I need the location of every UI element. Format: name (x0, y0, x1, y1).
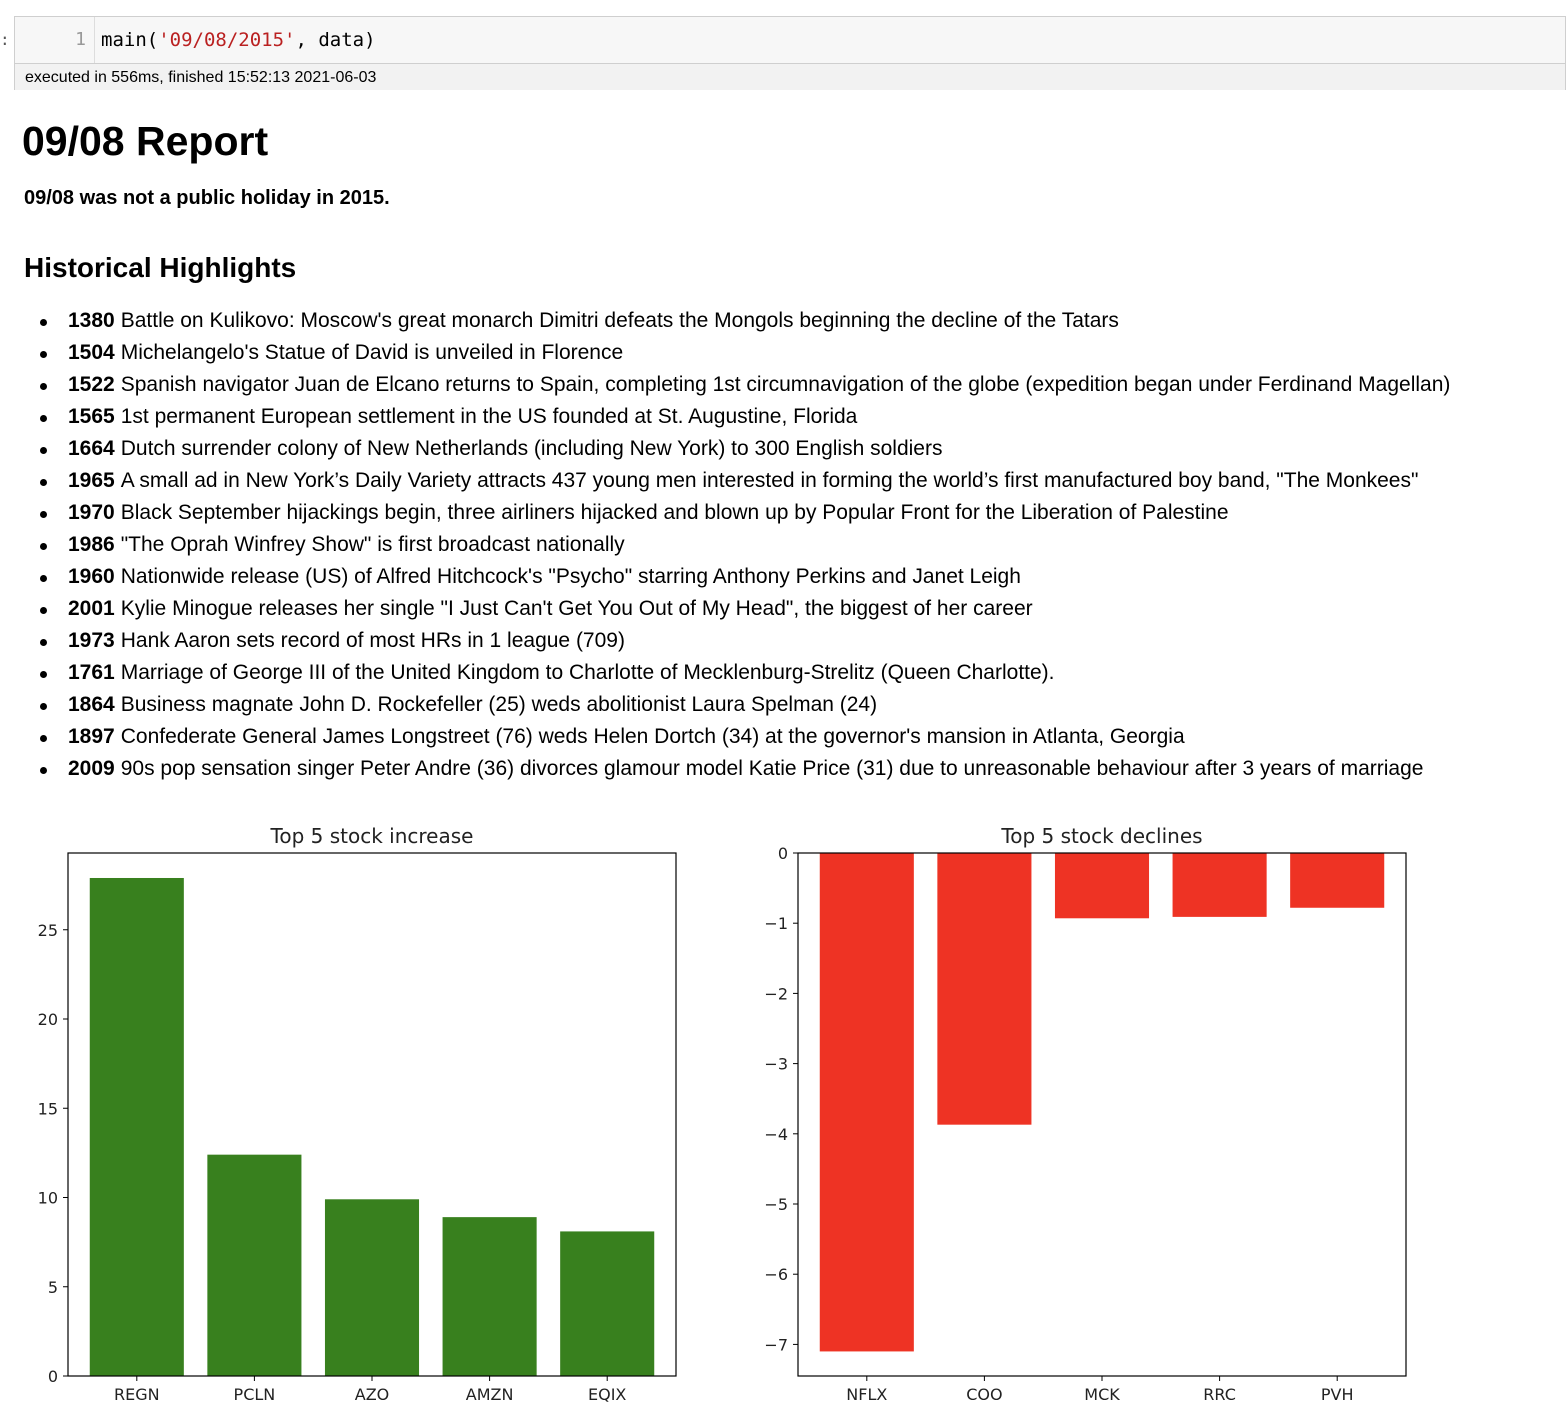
decline-chart-svg: Top 5 stock declines NFLX COO MCK RRC PVH 0 −1 −… (764, 824, 1407, 1404)
event-text: Confederate General James Longstreet (76… (120, 725, 1185, 748)
line-number: 1 (15, 17, 95, 63)
event-text: 1st permanent European settlement in the… (120, 405, 858, 428)
y-tick-label: −6 (764, 1265, 788, 1284)
event-year: 1664 (68, 437, 115, 460)
event-year: 1504 (68, 341, 115, 364)
x-tick-label: EQIX (588, 1385, 626, 1404)
event-year: 1522 (68, 373, 115, 396)
bar (937, 853, 1032, 1125)
y-tick-label: −5 (764, 1195, 788, 1214)
event-year: 1380 (68, 309, 115, 332)
event-item: 1965 A small ad in New York’s Daily Varie… (24, 466, 1450, 498)
increase-chart-svg: Top 5 stock increase REGN PCLN AZO AMZN EQIX 0… (38, 824, 677, 1404)
x-tick-label: AMZN (466, 1385, 514, 1404)
bar (207, 1154, 302, 1376)
event-year: 1973 (68, 629, 115, 652)
bar (442, 1217, 537, 1376)
event-item: 1504 Michelangelo's Statue of David is un… (24, 338, 1450, 370)
holiday-note: 09/08 was not a public holiday in 2015. (24, 187, 390, 209)
bar (819, 853, 914, 1352)
code-function-call: main( (101, 29, 159, 51)
x-tick-label: AZO (355, 1385, 390, 1404)
event-text: Black September hijackings begin, three … (120, 501, 1229, 524)
code-remaining-args: , data) (295, 29, 376, 51)
cell-prompt-marker: : (0, 30, 10, 49)
event-text: Marriage of George III of the United Kin… (120, 661, 1055, 684)
event-item: 1960 Nationwide release (US) of Alfred Hi… (24, 562, 1450, 594)
event-text: Business magnate John D. Rockefeller (25… (120, 693, 878, 716)
event-year: 1565 (68, 405, 115, 428)
event-text: 90s pop sensation singer Peter Andre (36… (120, 757, 1424, 780)
decline-chart: Top 5 stock declines NFLX COO MCK RRC PVH 0 −1 −… (730, 815, 1430, 1415)
event-text: Hank Aaron sets record of most HRs in 1 … (120, 629, 625, 652)
bar (560, 1231, 655, 1376)
report-title: 09/08 Report (22, 118, 269, 164)
event-year: 1761 (68, 661, 115, 684)
event-year: 1864 (68, 693, 115, 716)
x-tick-label: COO (966, 1385, 1002, 1404)
y-tick-label: 15 (38, 1099, 58, 1118)
x-tick-label: PVH (1321, 1385, 1354, 1404)
increase-chart: Top 5 stock increase REGN PCLN AZO AMZN EQIX 0… (0, 815, 700, 1415)
event-year: 1965 (68, 469, 115, 492)
event-year: 1897 (68, 725, 115, 748)
highlights-heading: Historical Highlights (24, 252, 297, 283)
event-year: 1970 (68, 501, 115, 524)
event-text: Kylie Minogue releases her single "I Jus… (120, 597, 1033, 620)
y-tick-label: −4 (764, 1125, 788, 1144)
event-item: 1565 1st permanent European settlement in… (24, 402, 1450, 434)
event-item: 2001 Kylie Minogue releases her single "I… (24, 594, 1450, 626)
event-item: 2009 90s pop sensation singer Peter Andre… (24, 754, 1450, 786)
bar (1054, 853, 1150, 919)
bar (1172, 853, 1267, 917)
y-tick-label: −7 (764, 1335, 788, 1354)
event-year: 1986 (68, 533, 115, 556)
event-text: A small ad in New York’s Daily Variety a… (120, 469, 1419, 492)
code-cell[interactable]: 1 main('09/08/2015', data) executed in 5… (14, 16, 1566, 90)
x-tick-label: NFLX (846, 1385, 887, 1404)
bar (324, 1199, 420, 1376)
event-year: 2009 (68, 757, 115, 780)
event-item: 1522 Spanish navigator Juan de Elcano ret… (24, 370, 1450, 402)
y-tick-label: −1 (764, 914, 788, 933)
y-tick-label: −3 (764, 1055, 788, 1074)
event-text: Dutch surrender colony of New Netherland… (120, 437, 943, 460)
event-text: Michelangelo's Statue of David is unveil… (120, 341, 624, 364)
event-year: 2001 (68, 597, 115, 620)
event-item: 1986 "The Oprah Winfrey Show" is first br… (24, 530, 1450, 562)
y-tick-label: 0 (778, 844, 788, 863)
event-text: Nationwide release (US) of Alfred Hitchc… (120, 565, 1021, 588)
y-tick-label: 20 (38, 1010, 58, 1029)
event-text: Spanish navigator Juan de Elcano returns… (120, 373, 1451, 396)
event-item: 1664 Dutch surrender colony of New Nether… (24, 434, 1450, 466)
y-tick-label: 5 (48, 1278, 58, 1297)
event-text: Battle on Kulikovo: Moscow's great monar… (120, 309, 1119, 332)
chart-title: Top 5 stock declines (1000, 824, 1202, 848)
y-tick-label: 10 (38, 1189, 58, 1208)
y-tick-label: −2 (764, 984, 788, 1003)
bar (1290, 853, 1385, 908)
event-item: 1864 Business magnate John D. Rockefeller… (24, 690, 1450, 722)
code-editor[interactable]: main('09/08/2015', data) (101, 17, 376, 63)
x-tick-label: MCK (1084, 1385, 1120, 1404)
event-item: 1970 Black September hijackings begin, th… (24, 498, 1450, 530)
code-string-argument: '09/08/2015' (158, 29, 296, 51)
event-item: 1761 Marriage of George III of the United… (24, 658, 1450, 690)
y-tick-label: 25 (38, 921, 58, 940)
x-tick-label: PCLN (234, 1385, 276, 1404)
execution-info: executed in 556ms, finished 15:52:13 202… (15, 63, 1565, 90)
bar (89, 877, 184, 1376)
event-item: 1973 Hank Aaron sets record of most HRs i… (24, 626, 1450, 658)
event-item: 1380 Battle on Kulikovo: Moscow's great m… (24, 306, 1450, 338)
event-item: 1897 Confederate General James Longstreet… (24, 722, 1450, 754)
event-year: 1960 (68, 565, 115, 588)
x-tick-label: RRC (1203, 1385, 1236, 1404)
event-text: "The Oprah Winfrey Show" is first broadc… (120, 533, 625, 556)
chart-title: Top 5 stock increase (270, 824, 474, 848)
events-list: 1380 Battle on Kulikovo: Moscow's great m… (24, 306, 1450, 786)
y-tick-label: 0 (48, 1367, 58, 1386)
x-tick-label: REGN (114, 1385, 160, 1404)
